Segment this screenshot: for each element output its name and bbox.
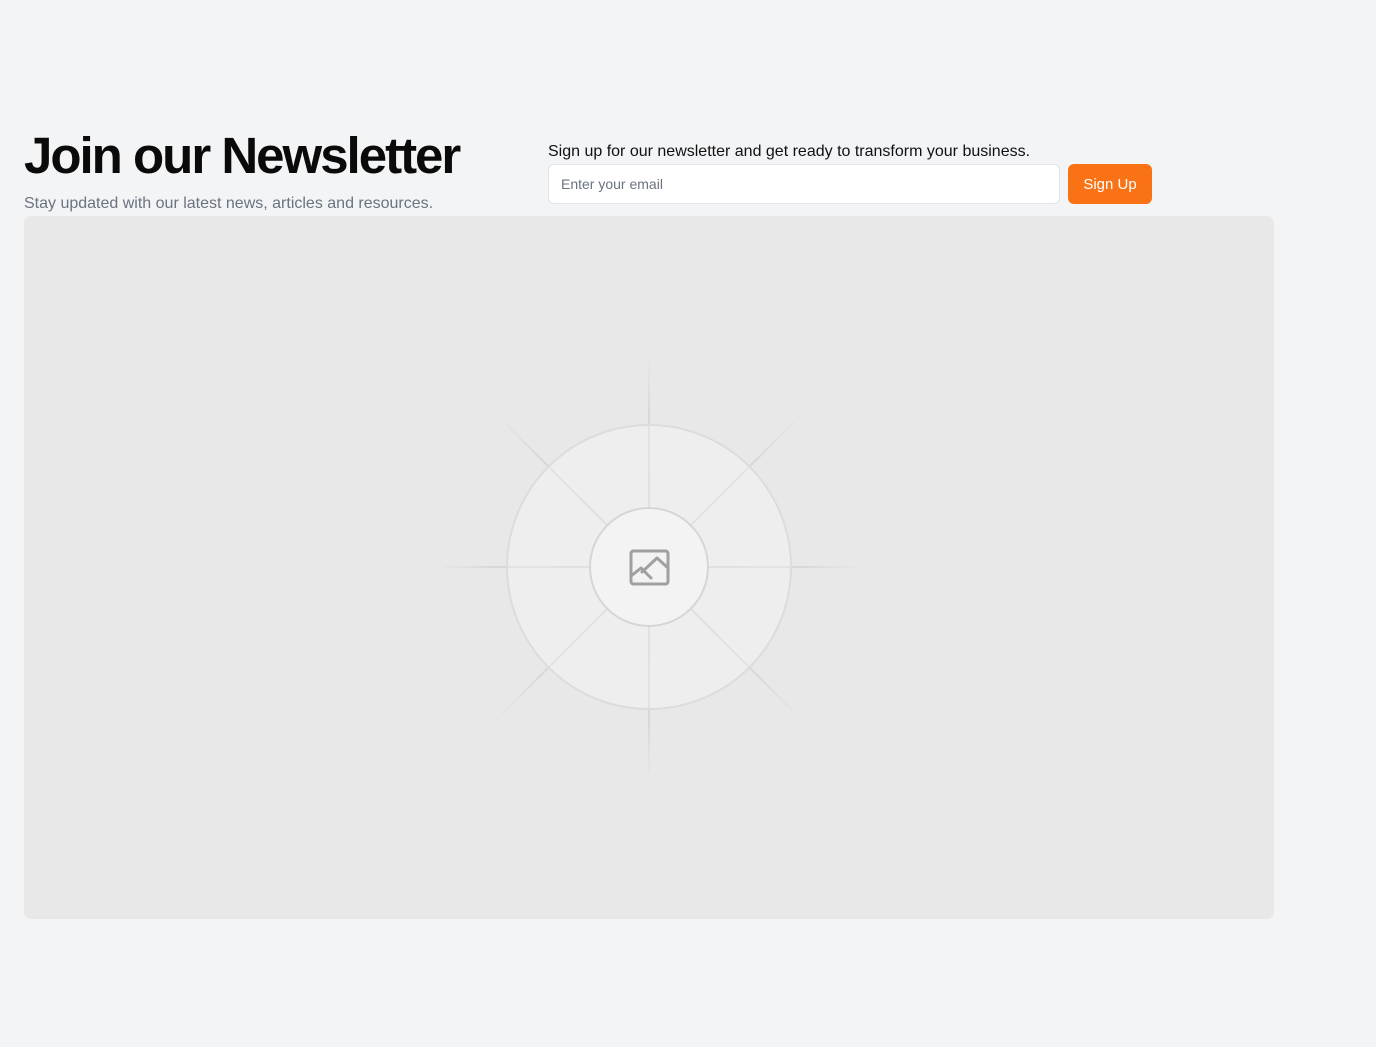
email-input[interactable] (548, 164, 1060, 204)
newsletter-section: Join our Newsletter Stay updated with ou… (0, 0, 1376, 1047)
newsletter-title: Join our Newsletter (24, 127, 461, 184)
sign-up-button[interactable]: Sign Up (1068, 164, 1152, 204)
placeholder-graphic (443, 361, 855, 773)
image-placeholder (24, 216, 1274, 919)
newsletter-subtitle: Stay updated with our latest news, artic… (24, 195, 434, 212)
signup-intro-text: Sign up for our newsletter and get ready… (548, 143, 1031, 160)
